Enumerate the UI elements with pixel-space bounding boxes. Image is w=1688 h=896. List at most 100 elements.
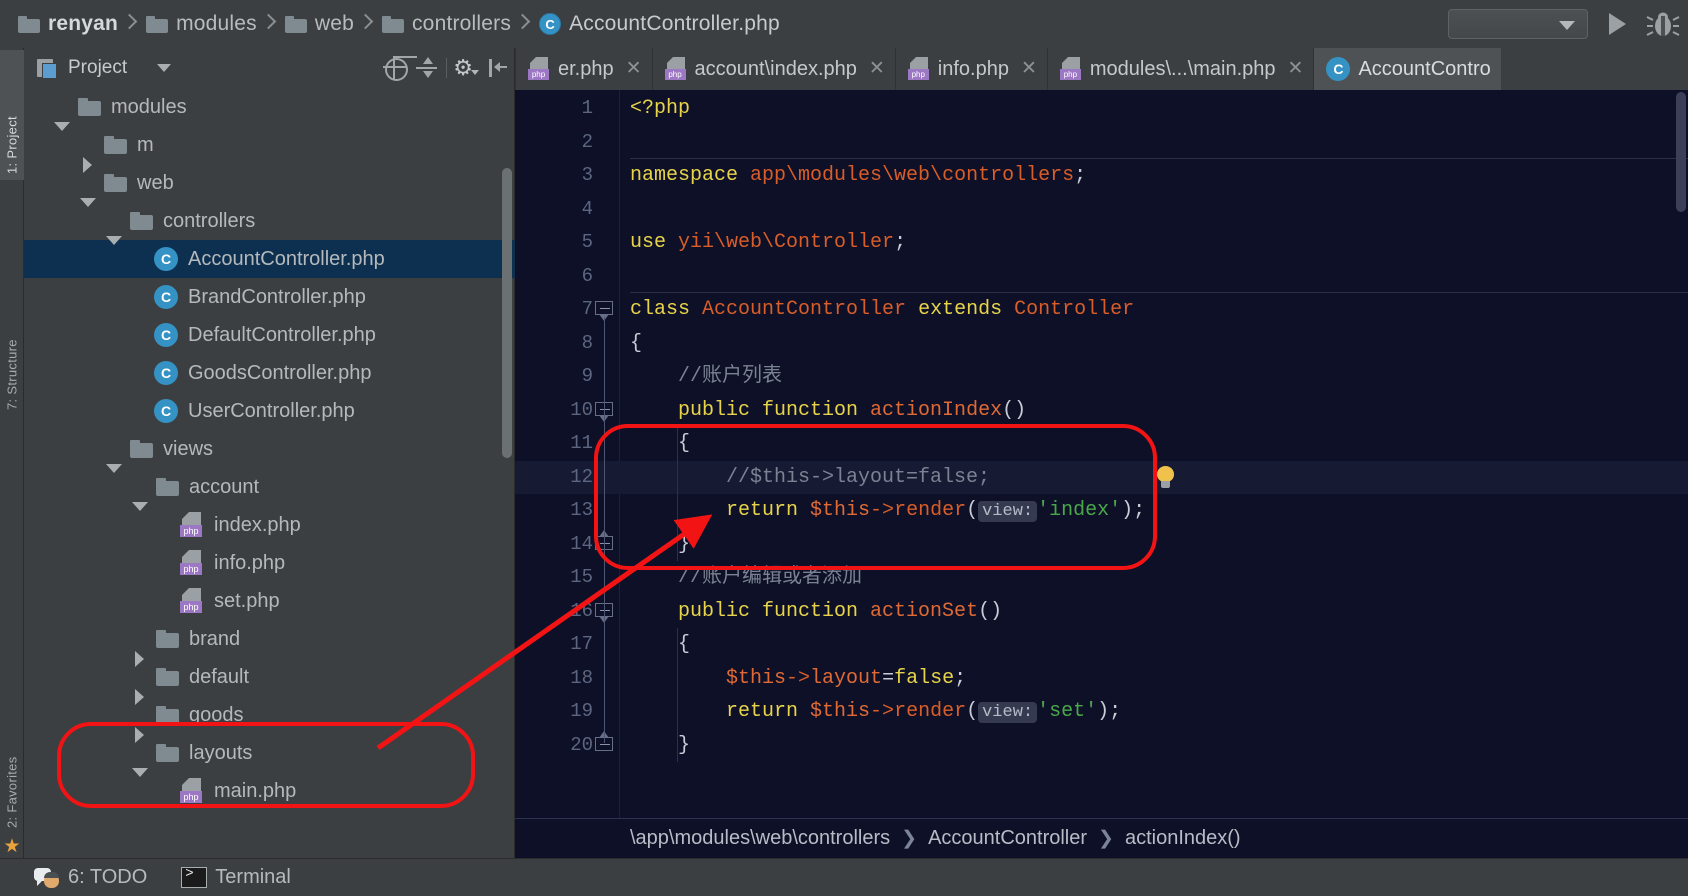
editor-tab[interactable]: php account\index.php ✕ (651, 48, 895, 90)
settings-gear-icon[interactable]: ⚙ (453, 55, 479, 81)
editor-breadcrumb-item[interactable]: \app\modules\web\controllers (630, 827, 890, 850)
tool-tab-structure[interactable]: 7: Structure (0, 260, 24, 410)
class-icon: C (154, 323, 178, 347)
tree-item[interactable]: C UserController.php (24, 392, 515, 430)
close-icon[interactable]: ✕ (869, 59, 885, 79)
breadcrumb-item-web[interactable]: web (275, 0, 358, 48)
tree-item[interactable]: goods (24, 696, 515, 743)
breadcrumb-item-renyan[interactable]: renyan (8, 0, 122, 48)
status-item-terminal[interactable]: Terminal (181, 866, 291, 889)
code-line[interactable]: 19 return $this->render(view:'set'); (515, 695, 1688, 729)
editor-area: php er.php ✕ php account\index.php ✕ php info.p… (515, 48, 1688, 858)
tree-item[interactable]: modules (24, 88, 515, 131)
tree-item[interactable]: C BrandController.php (24, 278, 515, 316)
code-line[interactable]: 16 public function actionSet() (515, 595, 1688, 629)
code-token: $this (810, 700, 871, 723)
code-line[interactable]: 1 <?php (515, 92, 1688, 126)
code-line[interactable]: 5 use yii\web\Controller; (515, 226, 1688, 260)
tree-item[interactable]: php index.php (24, 506, 515, 544)
code-line[interactable]: 13 return $this->render(view:'index'); (515, 494, 1688, 528)
code-line[interactable]: 6 (515, 260, 1688, 294)
code-line[interactable]: 14 } (515, 528, 1688, 562)
code-line[interactable]: 20 } (515, 729, 1688, 763)
collapse-all-icon[interactable] (414, 55, 440, 81)
tool-tab-favorites[interactable]: 2: Favorites (0, 688, 24, 828)
debug-icon[interactable] (1646, 7, 1680, 41)
code-token: namespace (630, 164, 751, 187)
code-line[interactable]: 8{ (515, 327, 1688, 361)
tree-item-label: index.php (214, 514, 301, 536)
status-item-todo[interactable]: 6: TODO (34, 866, 147, 889)
editor-tab[interactable]: php er.php ✕ (515, 48, 652, 90)
tool-tab-project[interactable]: 1: Project (0, 50, 24, 180)
chevron-down-icon[interactable] (157, 64, 172, 72)
tree-item[interactable]: account (24, 468, 515, 511)
code-editor[interactable]: 1 <?php 2 3 namespace app\modules\web\contro… (515, 90, 1688, 818)
tree-item[interactable]: web (24, 164, 515, 207)
class-icon: C (154, 285, 178, 309)
editor-breadcrumb: \app\modules\web\controllers ❯ AccountCont… (515, 818, 1688, 858)
hide-panel-icon[interactable] (485, 55, 511, 81)
intention-bulb-icon[interactable] (1155, 465, 1177, 490)
tool-tab-structure-label: 7: Structure (4, 339, 20, 410)
editor-tab[interactable]: C AccountContro (1313, 48, 1501, 90)
code-token: use (630, 231, 679, 254)
code-text: class AccountController extends Controll… (630, 293, 1134, 327)
run-configuration-select[interactable] (1448, 9, 1588, 39)
tree-item[interactable]: C GoodsController.php (24, 354, 515, 392)
project-tool-window: Project ⚙ modules m web controllers C Account… (24, 48, 515, 858)
tree-item[interactable]: C AccountController.php (24, 240, 515, 278)
editor-breadcrumb-item[interactable]: AccountController (928, 827, 1087, 850)
close-icon[interactable]: ✕ (1021, 59, 1037, 79)
editor-tab[interactable]: php modules\...\main.php ✕ (1046, 48, 1314, 90)
project-tree-scrollbar[interactable] (502, 168, 512, 458)
code-token: AccountController (702, 298, 907, 321)
code-line[interactable]: 17 { (515, 628, 1688, 662)
tree-item-label: info.php (214, 552, 286, 574)
code-token: class (630, 298, 703, 321)
breadcrumb-separator: ❯ (1098, 828, 1114, 849)
tree-item[interactable]: default (24, 658, 515, 705)
tree-item[interactable]: php main.php (24, 772, 515, 810)
close-icon[interactable]: ✕ (1288, 59, 1304, 79)
editor-scrollbar[interactable] (1676, 92, 1686, 212)
editor-tab[interactable]: php info.php ✕ (894, 48, 1047, 90)
tree-item[interactable]: C DefaultController.php (24, 316, 515, 354)
php-file-icon: php (180, 512, 204, 538)
tree-item[interactable]: brand (24, 620, 515, 667)
tree-item-label: m (137, 134, 154, 156)
tree-item[interactable]: m (24, 126, 515, 173)
breadcrumb-separator (122, 0, 136, 48)
code-line[interactable]: 9 //账户列表 (515, 360, 1688, 394)
code-token: 'index' (1037, 499, 1122, 522)
code-line[interactable]: 15 //账户编辑或者添加 (515, 561, 1688, 595)
tree-item[interactable]: php set.php (24, 582, 515, 620)
code-line[interactable]: 12 //$this->layout=false; (515, 460, 1688, 494)
tree-item[interactable]: views (24, 430, 515, 473)
locate-icon[interactable] (382, 55, 409, 81)
breadcrumb-item-controllers[interactable]: controllers (372, 0, 515, 48)
editor-breadcrumb-item[interactable]: actionIndex() (1125, 827, 1241, 850)
code-token: //账户列表 (630, 365, 783, 388)
code-token: ( (966, 700, 979, 723)
close-icon[interactable]: ✕ (626, 59, 642, 79)
php-file-icon: php (528, 57, 550, 81)
breadcrumb-separator (261, 0, 275, 48)
tree-item[interactable]: controllers (24, 202, 515, 245)
code-line[interactable]: 4 (515, 193, 1688, 227)
code-line[interactable]: 18 $this->layout=false; (515, 662, 1688, 696)
code-line[interactable]: 11 { (515, 427, 1688, 461)
line-number: 13 (570, 499, 593, 521)
code-line[interactable]: 3 namespace app\modules\web\controllers; (515, 159, 1688, 193)
breadcrumb-item-accountcontroller-php[interactable]: C AccountController.php (529, 0, 784, 48)
breadcrumb-item-modules[interactable]: modules (136, 0, 261, 48)
code-line[interactable]: 10 public function actionIndex() (515, 394, 1688, 428)
code-line[interactable]: 7 class AccountController extends Control… (515, 293, 1688, 327)
code-line[interactable]: 2 (515, 126, 1688, 160)
project-tree[interactable]: modules m web controllers C AccountController… (24, 88, 515, 858)
tree-item[interactable]: php info.php (24, 544, 515, 582)
run-icon[interactable] (1600, 7, 1634, 41)
editor-tab-label: account\index.php (694, 57, 857, 80)
tree-item[interactable]: layouts (24, 734, 515, 777)
navigation-bar: renyan modules web controllers C AccountContr… (0, 0, 1688, 48)
